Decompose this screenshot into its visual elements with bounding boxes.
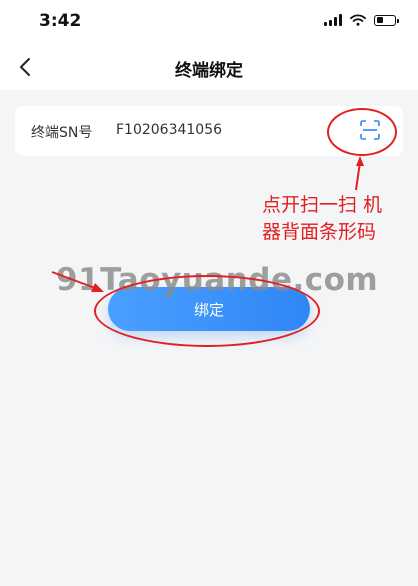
status-time: 3:42 (39, 11, 82, 31)
scan-highlight-circle (327, 108, 397, 156)
annotation-text: 点开扫一扫 机 器背面条形码 (262, 192, 382, 246)
wifi-icon (350, 14, 366, 26)
annotation-line-1: 点开扫一扫 机 (262, 194, 383, 216)
status-icons (324, 14, 399, 26)
button-highlight-ellipse (94, 275, 320, 347)
sn-input[interactable]: F10206341056 (116, 122, 222, 138)
page-title: 终端绑定 (175, 61, 243, 81)
battery-icon (374, 14, 399, 26)
sn-label: 终端SN号 (31, 125, 93, 141)
signal-icon (324, 14, 342, 26)
top-bar: 3:42 终端绑定 (0, 0, 418, 90)
annotation-line-2: 器背面条形码 (262, 221, 377, 243)
